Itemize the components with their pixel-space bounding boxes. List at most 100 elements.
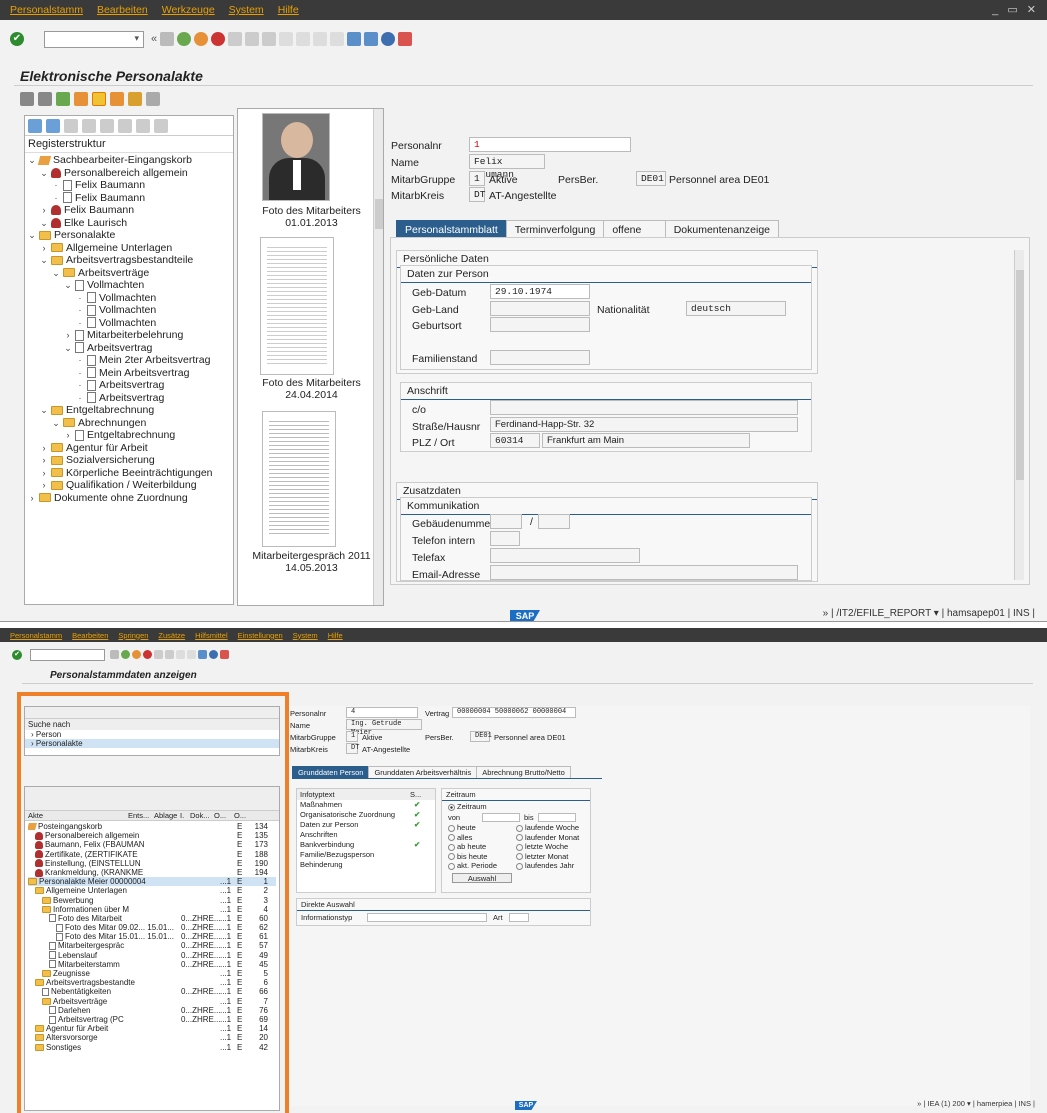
tree-node[interactable]: ⌄ Personalbereich allgemein bbox=[28, 167, 230, 180]
menu2-bearbeiten[interactable]: Bearbeiten bbox=[72, 631, 108, 640]
expand-caret-icon[interactable]: › bbox=[40, 467, 48, 480]
infotyp-row[interactable]: Organisatorische Zuordnung ✔ bbox=[297, 810, 435, 820]
app-icon-4[interactable] bbox=[74, 92, 88, 106]
expand-caret-icon[interactable]: · bbox=[76, 317, 84, 330]
akte-tree-row[interactable]: Allgemeine Unterlagen ...1 E 2 bbox=[28, 886, 276, 895]
expand-caret-icon[interactable]: · bbox=[76, 354, 84, 367]
menu2-einstellungen[interactable]: Einstellungen bbox=[238, 631, 283, 640]
app-icon-6[interactable] bbox=[110, 92, 124, 106]
col-akte[interactable]: Akte bbox=[28, 811, 128, 820]
back-green-icon[interactable] bbox=[177, 32, 192, 46]
akte-tree-row[interactable]: Foto des Mitarbeit 0...ZHRE... ...1 E 60 bbox=[28, 914, 276, 923]
tree-node[interactable]: › Dokumente ohne Zuordnung bbox=[28, 492, 230, 505]
expand-caret-icon[interactable]: ⌄ bbox=[28, 229, 36, 242]
print-icon-2[interactable] bbox=[154, 650, 163, 659]
menu2-hilfe[interactable]: Hilfe bbox=[328, 631, 343, 640]
expand-caret-icon[interactable]: · bbox=[52, 192, 60, 205]
tree-node[interactable]: › Agentur für Arbeit bbox=[28, 442, 230, 455]
akte-tree-row[interactable]: Mitarbeiterstamm 0...ZHRE... ...1 E 45 bbox=[28, 960, 276, 969]
art-field[interactable] bbox=[508, 913, 529, 922]
document-thumb-2[interactable] bbox=[260, 237, 334, 375]
help-icon[interactable] bbox=[381, 32, 396, 46]
find-icon-2[interactable] bbox=[165, 650, 174, 659]
tree-node[interactable]: › Felix Baumann bbox=[28, 204, 230, 217]
tree-node[interactable]: ⌄ Arbeitsvertrag bbox=[28, 342, 230, 355]
zeitraum-option[interactable]: alles bbox=[448, 833, 516, 843]
expand-caret-icon[interactable]: › bbox=[40, 454, 48, 467]
tree-tool-icon-5[interactable] bbox=[100, 119, 114, 133]
prev-page-icon[interactable] bbox=[296, 32, 311, 46]
tree-tool-icon-8[interactable] bbox=[154, 119, 168, 133]
tree-node[interactable]: ⌄ Vollmachten bbox=[28, 279, 230, 292]
tree-node[interactable]: › Sozialversicherung bbox=[28, 454, 230, 467]
menu-personalstamm[interactable]: Personalstamm bbox=[10, 4, 83, 16]
expand-caret-icon[interactable]: › bbox=[40, 479, 48, 492]
menu2-zusaetze[interactable]: Zusätze bbox=[158, 631, 185, 640]
expand-caret-icon[interactable]: › bbox=[64, 429, 72, 442]
tab-abrechnung[interactable]: Abrechnung Brutto/Netto bbox=[476, 766, 571, 778]
content-scrollbar[interactable] bbox=[1014, 250, 1024, 580]
akte-tree-row[interactable]: Sonstiges ...1 E 42 bbox=[28, 1043, 276, 1052]
tree-node[interactable]: ⌄ Arbeitsvertragsbestandteile bbox=[28, 254, 230, 267]
tree-node[interactable]: ⌄ Arbeitsverträge bbox=[28, 267, 230, 280]
zeitraum-option[interactable]: ab heute bbox=[448, 842, 516, 852]
tree-node[interactable]: ⌄ Personalakte bbox=[28, 229, 230, 242]
akte-tree-row[interactable]: Darlehen 0...ZHRE... ...1 E 76 bbox=[28, 1006, 276, 1015]
akte-tree-row[interactable]: Informationen über M ...1 E 4 bbox=[28, 905, 276, 914]
menu-bearbeiten[interactable]: Bearbeiten bbox=[97, 4, 148, 16]
find-next-icon[interactable] bbox=[262, 32, 277, 46]
search-item-personalakte[interactable]: › Personalakte bbox=[25, 739, 279, 748]
akte-tree-row[interactable]: Posteingangskorb E 134 bbox=[28, 822, 276, 831]
status-system-info-2[interactable]: » | IEA (1) 200 ▾ | hamerpiea | INS | bbox=[917, 1099, 1035, 1108]
auswahl-button[interactable]: Auswahl bbox=[452, 872, 512, 883]
tree-node[interactable]: · Mein 2ter Arbeitsvertrag bbox=[28, 354, 230, 367]
expand-caret-icon[interactable]: ⌄ bbox=[52, 267, 60, 280]
enter-icon-2[interactable]: ✔ bbox=[12, 650, 22, 660]
tree-node[interactable]: ⌄ Abrechnungen bbox=[28, 417, 230, 430]
search-item-person[interactable]: › Person bbox=[25, 730, 279, 739]
zeitraum-option[interactable]: letzter Monat bbox=[516, 852, 584, 862]
tree-node[interactable]: · Mein Arbeitsvertrag bbox=[28, 367, 230, 380]
collapse-icon[interactable] bbox=[46, 119, 60, 133]
expand-caret-icon[interactable]: › bbox=[40, 242, 48, 255]
expand-caret-icon[interactable]: ⌄ bbox=[28, 154, 36, 167]
tree-node[interactable]: · Arbeitsvertrag bbox=[28, 392, 230, 405]
expand-caret-icon[interactable]: › bbox=[40, 442, 48, 455]
infotyp-row[interactable]: Maßnahmen ✔ bbox=[297, 800, 435, 810]
zeitraum-radio[interactable]: Zeitraum bbox=[442, 801, 590, 812]
infotyp-row[interactable]: Familie/Bezugsperson bbox=[297, 850, 435, 860]
col-o1[interactable]: O... bbox=[214, 811, 234, 820]
informationstyp-field[interactable] bbox=[367, 913, 487, 922]
page-icon-2a[interactable] bbox=[176, 650, 185, 659]
infotyp-row[interactable]: Daten zur Person ✔ bbox=[297, 820, 435, 830]
favorite-icon[interactable] bbox=[92, 92, 106, 106]
print-icon[interactable] bbox=[228, 32, 243, 46]
akte-tree-row[interactable]: Zeugnisse ...1 E 5 bbox=[28, 969, 276, 978]
app-icon-7[interactable] bbox=[128, 92, 142, 106]
expand-caret-icon[interactable]: ⌄ bbox=[64, 279, 72, 292]
akte-tree-row[interactable]: Foto des Mitar 09.02... 15.01... 0...ZHRE… bbox=[28, 923, 276, 932]
akte-tree-row[interactable]: Lebenslauf 0...ZHRE... ...1 E 49 bbox=[28, 951, 276, 960]
back-icon-2[interactable] bbox=[121, 650, 130, 659]
new-session-icon[interactable] bbox=[347, 32, 362, 46]
menu2-personalstamm[interactable]: Personalstamm bbox=[10, 631, 62, 640]
akte-tree-row[interactable]: Arbeitsverträge ...1 E 7 bbox=[28, 997, 276, 1006]
tree-node[interactable]: · Felix Baumann bbox=[28, 192, 230, 205]
von-field[interactable] bbox=[482, 813, 520, 822]
expand-caret-icon[interactable]: › bbox=[40, 204, 48, 217]
zeitraum-option[interactable]: akt. Periode bbox=[448, 861, 516, 871]
col-i[interactable]: I. bbox=[180, 811, 190, 820]
tab-grunddaten-arbeitsverhaeltnis[interactable]: Grunddaten Arbeitsverhältnis bbox=[368, 766, 478, 778]
tab-grunddaten-person[interactable]: Grunddaten Person bbox=[292, 766, 370, 778]
bis-field[interactable] bbox=[537, 813, 576, 822]
expand-caret-icon[interactable]: ⌄ bbox=[40, 217, 48, 230]
akte-tree-row[interactable]: Arbeitsvertragsbestandte ...1 E 6 bbox=[28, 978, 276, 987]
tree-node[interactable]: › Allgemeine Unterlagen bbox=[28, 242, 230, 255]
employee-photo-1[interactable] bbox=[262, 113, 330, 201]
menu2-springen[interactable]: Springen bbox=[118, 631, 148, 640]
shortcut-icon[interactable] bbox=[364, 32, 379, 46]
window-controls[interactable]: _ ▭ ✕ bbox=[992, 3, 1039, 16]
exit-icon[interactable] bbox=[194, 32, 209, 46]
zeitraum-option[interactable]: letzte Woche bbox=[516, 842, 584, 852]
next-page-icon[interactable] bbox=[313, 32, 328, 46]
